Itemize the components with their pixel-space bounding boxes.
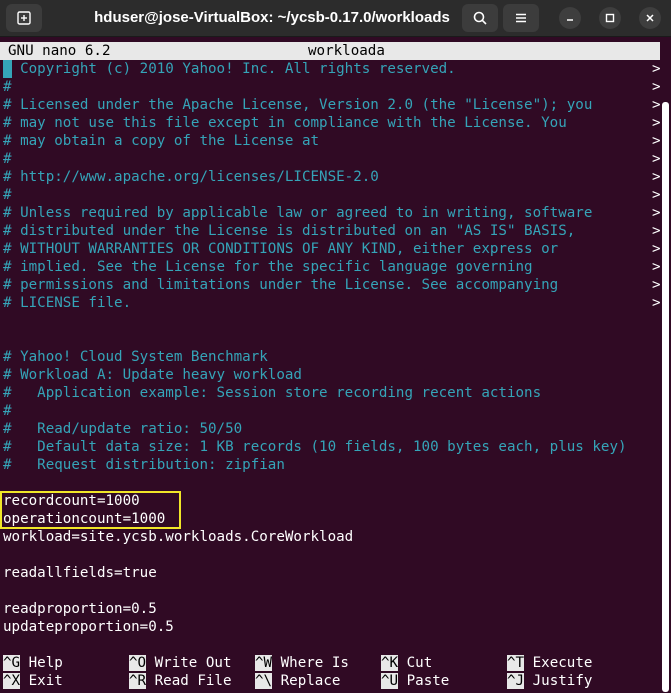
line-truncation-marker: > xyxy=(652,151,661,167)
shortcut-label: Paste xyxy=(398,673,450,689)
shortcut-key: ^X xyxy=(3,673,21,689)
editor-line: # permissions and limitations under the … xyxy=(3,277,559,293)
editor-line: # Default data size: 1 KB records (10 fi… xyxy=(3,439,627,455)
editor-line: workload=site.ycsb.workloads.CoreWorkloa… xyxy=(3,529,354,545)
new-tab-button[interactable] xyxy=(6,4,42,32)
shortcut-where-is: ^W Where Is xyxy=(255,654,349,672)
window-title: hduser@jose-VirtualBox: ~/ycsb-0.17.0/wo… xyxy=(94,9,450,26)
line-truncation-marker: > xyxy=(652,259,661,275)
editor-line: # implied. See the License for the speci… xyxy=(3,259,533,275)
search-button[interactable] xyxy=(462,4,498,32)
editor-line: # LICENSE file. xyxy=(3,295,132,311)
scrollbar[interactable] xyxy=(662,102,669,692)
minimize-button[interactable] xyxy=(559,7,581,29)
shortcut-key: ^U xyxy=(381,673,399,689)
shortcut-execute: ^T Execute xyxy=(507,654,592,672)
editor-line: # Request distribution: zipfian xyxy=(3,457,285,473)
editor-line: # may obtain a copy of the License at xyxy=(3,133,320,149)
editor-line: # Unless required by applicable law or a… xyxy=(3,205,593,221)
line-truncation-marker: > xyxy=(652,241,661,257)
menu-button[interactable] xyxy=(503,4,539,32)
editor-line: # distributed under the License is distr… xyxy=(3,223,576,239)
editor-line: updateproportion=0.5 xyxy=(3,619,174,635)
shortcut-label: Exit xyxy=(20,673,63,689)
editor-line: # Read/update ratio: 50/50 xyxy=(3,421,243,437)
editor-line: # Yahoo! Cloud System Benchmark xyxy=(3,349,268,365)
line-truncation-marker: > xyxy=(652,115,661,131)
shortcut-paste: ^U Paste xyxy=(381,672,449,690)
shortcut-key: ^R xyxy=(129,673,147,689)
shortcut-label: Execute xyxy=(524,655,593,671)
editor-line: # Application example: Session store rec… xyxy=(3,385,542,401)
shortcut-label: Replace xyxy=(272,673,341,689)
terminal-window: hduser@jose-VirtualBox: ~/ycsb-0.17.0/wo… xyxy=(0,0,671,693)
editor-line: # Licensed under the Apache License, Ver… xyxy=(3,97,593,113)
shortcut-key: ^K xyxy=(381,655,399,671)
editor-line: # may not use this file except in compli… xyxy=(3,115,567,131)
maximize-button[interactable] xyxy=(599,7,621,29)
editor-line: # WITHOUT WARRANTIES OR CONDITIONS OF AN… xyxy=(3,241,559,257)
line-truncation-marker: > xyxy=(652,79,661,95)
line-truncation-marker: > xyxy=(652,295,661,311)
close-icon xyxy=(646,14,654,22)
shortcut-label: Read File xyxy=(146,673,232,689)
shortcut-label: Write Out xyxy=(146,655,232,671)
editor-line: # http://www.apache.org/licenses/LICENSE… xyxy=(3,169,379,185)
shortcut-label: Justify xyxy=(524,673,593,689)
editor-line: # Workload A: Update heavy workload xyxy=(3,367,302,383)
editor-line: readproportion=0.5 xyxy=(3,601,157,617)
line-truncation-marker: > xyxy=(652,97,661,113)
shortcut-help: ^G Help xyxy=(3,654,63,672)
close-button[interactable] xyxy=(639,7,661,29)
editor-line: # xyxy=(3,79,12,95)
maximize-icon xyxy=(605,13,615,23)
shortcut-key: ^G xyxy=(3,655,21,671)
nano-version: GNU nano 6.2 xyxy=(8,43,111,59)
shortcut-key: ^O xyxy=(129,655,147,671)
shortcut-write-out: ^O Write Out xyxy=(129,654,232,672)
line-truncation-marker: > xyxy=(652,133,661,149)
shortcut-replace: ^\ Replace xyxy=(255,672,340,690)
shortcut-label: Cut xyxy=(398,655,433,671)
line-truncation-marker: > xyxy=(652,187,661,203)
line-truncation-marker: > xyxy=(652,61,661,77)
shortcut-cut: ^K Cut xyxy=(381,654,432,672)
shortcut-label: Where Is xyxy=(272,655,349,671)
highlight-box xyxy=(0,491,181,529)
shortcut-exit: ^X Exit xyxy=(3,672,63,690)
editor-line: readallfields=true xyxy=(3,565,157,581)
shortcut-read-file: ^R Read File xyxy=(129,672,232,690)
shortcut-key: ^W xyxy=(255,655,273,671)
shortcut-key: ^\ xyxy=(255,673,273,689)
editor-line: # xyxy=(3,403,12,419)
nano-filename: workloada xyxy=(308,43,385,59)
shortcut-key: ^J xyxy=(507,673,525,689)
line-truncation-marker: > xyxy=(652,169,661,185)
terminal-content[interactable]: GNU nano 6.2 workloada # Copyright (c) 2… xyxy=(0,42,671,693)
shortcut-justify: ^J Justify xyxy=(507,672,592,690)
nano-header: GNU nano 6.2 workloada xyxy=(0,42,660,60)
shortcut-key: ^T xyxy=(507,655,525,671)
minimize-icon xyxy=(567,19,573,21)
line-truncation-marker: > xyxy=(652,223,661,239)
search-icon xyxy=(473,11,487,25)
line-truncation-marker: > xyxy=(652,205,661,221)
editor-line: # xyxy=(3,151,12,167)
editor-line: # xyxy=(3,187,12,203)
shortcut-label: Help xyxy=(20,655,63,671)
editor-line: # Copyright (c) 2010 Yahoo! Inc. All rig… xyxy=(3,61,456,77)
title-bar: hduser@jose-VirtualBox: ~/ycsb-0.17.0/wo… xyxy=(0,0,671,37)
new-tab-icon xyxy=(17,11,31,25)
hamburger-icon xyxy=(516,13,526,23)
line-truncation-marker: > xyxy=(652,277,661,293)
